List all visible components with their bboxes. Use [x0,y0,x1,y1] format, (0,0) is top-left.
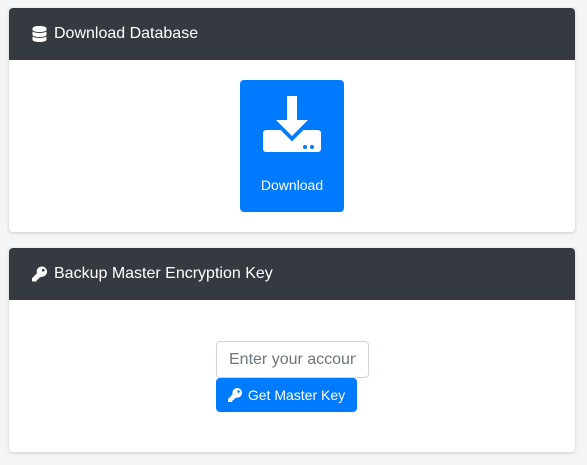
backup-master-key-card: Backup Master Encryption Key Get Master … [9,248,575,452]
key-icon [31,266,47,282]
key-icon [227,388,242,402]
download-database-title: Download Database [54,25,199,42]
backup-master-key-header: Backup Master Encryption Key [9,248,575,300]
account-password-input[interactable] [216,341,369,378]
download-button[interactable]: Download [240,80,344,212]
download-button-label: Download [260,177,324,193]
download-database-card: Download Database Download [9,8,575,232]
backup-master-key-title: Backup Master Encryption Key [54,265,273,282]
get-master-key-button[interactable]: Get Master Key [216,378,357,412]
database-icon [31,26,47,42]
download-icon [263,96,321,152]
download-database-header: Download Database [9,8,575,60]
get-master-key-label: Get Master Key [247,387,346,403]
